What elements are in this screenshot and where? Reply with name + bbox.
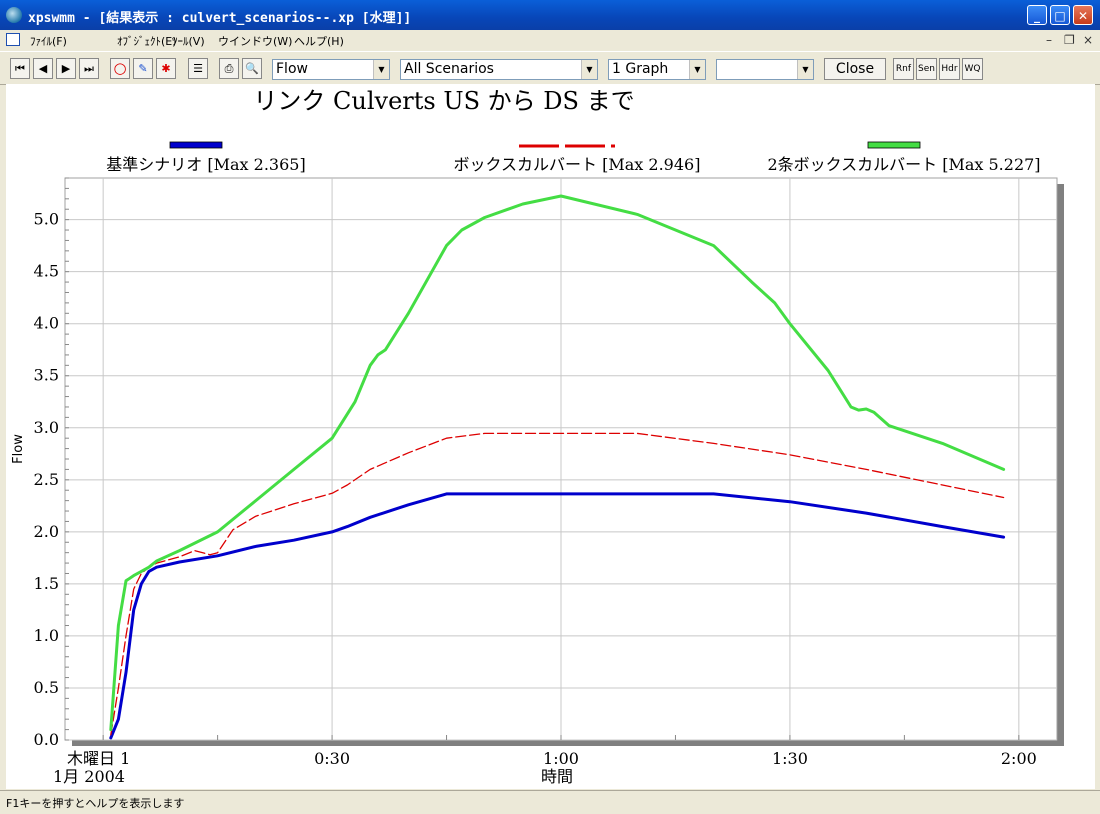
first-icon[interactable]: ⏮ bbox=[10, 58, 30, 79]
x-tick-label: 0:30 bbox=[314, 749, 350, 768]
list-icon[interactable]: ☰ bbox=[188, 58, 208, 79]
y-tick-label: 3.5 bbox=[34, 366, 59, 385]
pin-icon[interactable]: ✱ bbox=[156, 58, 176, 79]
legend-label: 2条ボックスカルバート [Max 5.227] bbox=[767, 155, 1040, 174]
y-tick-label: 4.5 bbox=[34, 262, 59, 281]
previous-icon[interactable]: ◀ bbox=[33, 58, 53, 79]
variable-select-value: Flow bbox=[276, 61, 308, 77]
chevron-down-icon: ▼ bbox=[373, 60, 389, 79]
legend-swatch bbox=[867, 141, 921, 149]
y-tick-label: 0.0 bbox=[34, 730, 59, 749]
rnf-button[interactable]: Rnf bbox=[893, 58, 914, 80]
flow-chart: 0.0 0.5 1.0 1.5 2.0 2.5 3.0 3.5 4.0 4.5 5.0 0:30 1:0… bbox=[11, 87, 1064, 786]
x-axis-label: 時間 bbox=[541, 767, 573, 786]
print-icon[interactable]: ⎙ bbox=[219, 58, 239, 79]
window-title: xpswmm - [結果表示 : culvert_scenarios--.xp … bbox=[28, 11, 412, 26]
window-titlebar: xpswmm - [結果表示 : culvert_scenarios--.xp … bbox=[0, 0, 1100, 30]
x-tick-label: 1:30 bbox=[772, 749, 808, 768]
graph-count-select[interactable]: 1 Graph ▼ bbox=[608, 59, 706, 80]
y-tick-label: 1.0 bbox=[34, 626, 59, 645]
y-tick-label: 3.0 bbox=[34, 418, 59, 437]
y-axis-label: Flow bbox=[11, 434, 26, 464]
y-tick-label: 2.5 bbox=[34, 470, 59, 489]
x-tick-label: 1:00 bbox=[543, 749, 579, 768]
y-tick-label: 2.0 bbox=[34, 522, 59, 541]
y-tick-label: 0.5 bbox=[34, 678, 59, 697]
hdr-button[interactable]: Hdr bbox=[939, 58, 960, 80]
eraser-icon[interactable]: ✎ bbox=[133, 58, 153, 79]
legend-swatch bbox=[169, 141, 223, 149]
chart-title: リンク Culverts US から DS まで bbox=[253, 87, 634, 115]
menu-tools[interactable]: ﾂｰﾙ(V) bbox=[172, 33, 205, 49]
y-tick-label: 4.0 bbox=[34, 314, 59, 333]
toolbar: ⏮ ◀ ▶ ⏭ ○ ✎ ✱ ☰ ⎙ 🔍 Flow ▼ All Scenarios… bbox=[0, 51, 1100, 85]
menu-help[interactable]: ヘルプ(H) bbox=[294, 33, 344, 49]
menu-window[interactable]: ウインドウ(W) bbox=[218, 33, 292, 49]
date-label-month: 1月 2004 bbox=[53, 767, 125, 786]
maximize-button[interactable]: □ bbox=[1050, 5, 1070, 25]
status-text: F1キーを押すとヘルプを表示します bbox=[6, 797, 185, 810]
x-tick-label: 2:00 bbox=[1001, 749, 1037, 768]
circle-icon[interactable]: ○ bbox=[110, 58, 130, 79]
chevron-down-icon: ▼ bbox=[581, 60, 597, 79]
minimize-button[interactable]: _ bbox=[1027, 5, 1047, 25]
scenario-select[interactable]: All Scenarios ▼ bbox=[400, 59, 598, 80]
close-window-button[interactable]: ✕ bbox=[1073, 5, 1093, 25]
next-icon[interactable]: ▶ bbox=[56, 58, 76, 79]
menu-bar: ﾌｧｲﾙ(F) ｵﾌﾞｼﾞｪｸﾄ(E) ﾂｰﾙ(V) ウインドウ(W) ヘルプ(… bbox=[0, 30, 1100, 50]
mdi-close-icon[interactable]: × bbox=[1083, 33, 1093, 47]
mdi-restore-icon[interactable]: ❐ bbox=[1064, 33, 1075, 47]
print-preview-icon[interactable]: 🔍 bbox=[242, 58, 262, 79]
variable-select[interactable]: Flow ▼ bbox=[272, 59, 390, 80]
graph-area: 0.0 0.5 1.0 1.5 2.0 2.5 3.0 3.5 4.0 4.5 5.0 0:30 1:0… bbox=[6, 84, 1095, 789]
mdi-minimize-icon[interactable]: – bbox=[1046, 33, 1052, 47]
graph-count-value: 1 Graph bbox=[612, 61, 669, 77]
document-icon[interactable] bbox=[6, 33, 20, 46]
menu-file[interactable]: ﾌｧｲﾙ(F) bbox=[30, 33, 67, 49]
close-graph-button[interactable]: Close bbox=[824, 58, 886, 80]
chevron-down-icon: ▼ bbox=[689, 60, 705, 79]
legend-label: 基準シナリオ [Max 2.365] bbox=[106, 155, 305, 174]
app-icon bbox=[6, 7, 22, 23]
scenario-select-value: All Scenarios bbox=[404, 61, 494, 77]
status-bar: F1キーを押すとヘルプを表示します bbox=[0, 790, 1100, 814]
date-label-day: 木曜日 1 bbox=[67, 749, 130, 768]
wq-button[interactable]: WQ bbox=[962, 58, 983, 80]
menu-object[interactable]: ｵﾌﾞｼﾞｪｸﾄ(E) bbox=[117, 33, 177, 49]
sen-button[interactable]: Sen bbox=[916, 58, 937, 80]
chevron-down-icon: ▼ bbox=[797, 60, 813, 79]
blank-select[interactable]: ▼ bbox=[716, 59, 814, 80]
y-tick-label: 5.0 bbox=[34, 210, 59, 229]
last-icon[interactable]: ⏭ bbox=[79, 58, 99, 79]
y-tick-label: 1.5 bbox=[34, 574, 59, 593]
legend-label: ボックスカルバート [Max 2.946] bbox=[454, 155, 701, 174]
